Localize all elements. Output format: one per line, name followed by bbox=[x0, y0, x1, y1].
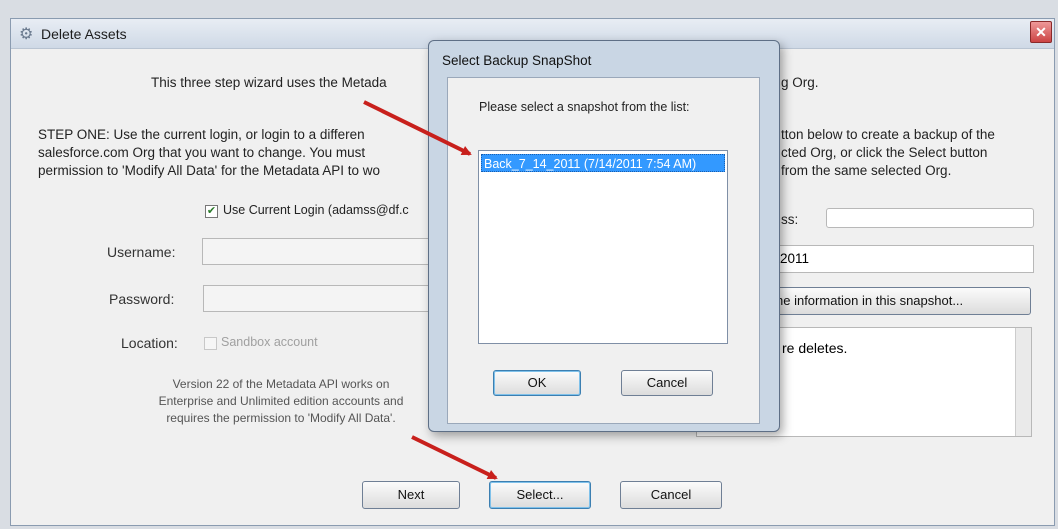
use-current-login-checkbox[interactable]: ✔ bbox=[205, 205, 218, 218]
backup-date-field[interactable]: 2011 bbox=[771, 245, 1034, 273]
sandbox-label: Sandbox account bbox=[221, 335, 318, 349]
address-field[interactable] bbox=[826, 208, 1034, 228]
version-note-line: Version 22 of the Metadata API works on bbox=[172, 377, 390, 391]
step-two-line3: from the same selected Org. bbox=[781, 163, 952, 178]
snapshot-listbox[interactable]: Back_7_14_2011 (7/14/2011 7:54 AM) bbox=[478, 150, 728, 344]
ok-button[interactable]: OK bbox=[493, 370, 581, 396]
use-current-login-label: Use Current Login (adamss@df.c bbox=[223, 203, 409, 217]
select-backup-dialog: Select Backup SnapShot Please select a s… bbox=[428, 40, 780, 432]
version-note-line: Enterprise and Unlimited edition account… bbox=[158, 394, 404, 408]
username-label: Username: bbox=[107, 244, 176, 260]
window-title: Delete Assets bbox=[41, 26, 127, 42]
address-label: ss: bbox=[781, 212, 799, 227]
step-one-line2: salesforce.com Org that you want to chan… bbox=[38, 145, 366, 160]
version-note: Version 22 of the Metadata API works on … bbox=[131, 376, 431, 427]
select-button[interactable]: Select... bbox=[489, 481, 591, 509]
dialog-title: Select Backup SnapShot bbox=[442, 53, 592, 68]
list-item[interactable]: Back_7_14_2011 (7/14/2011 7:54 AM) bbox=[481, 154, 725, 172]
intro-text-left: This three step wizard uses the Metada bbox=[151, 75, 387, 90]
checkmark-icon: ✔ bbox=[206, 205, 217, 217]
gear-icon: ⚙ bbox=[19, 26, 34, 43]
dialog-prompt: Please select a snapshot from the list: bbox=[479, 100, 690, 114]
step-two-line2: cted Org, or click the Select button bbox=[781, 145, 988, 160]
snapshot-info-button[interactable]: he information in this snapshot... bbox=[771, 287, 1031, 315]
username-field[interactable] bbox=[202, 238, 432, 265]
version-note-line: requires the permission to 'Modify All D… bbox=[166, 411, 396, 425]
cancel-button[interactable]: Cancel bbox=[620, 481, 722, 509]
next-button[interactable]: Next bbox=[362, 481, 460, 509]
notes-scrollbar[interactable] bbox=[1015, 328, 1031, 436]
step-one-line1: STEP ONE: Use the current login, or logi… bbox=[38, 127, 365, 142]
dialog-body: Please select a snapshot from the list: … bbox=[447, 77, 760, 424]
sandbox-checkbox[interactable] bbox=[204, 337, 217, 350]
password-field[interactable] bbox=[203, 285, 432, 312]
dialog-cancel-button[interactable]: Cancel bbox=[621, 370, 713, 396]
step-one-line3: permission to 'Modify All Data' for the … bbox=[38, 163, 381, 178]
close-button[interactable]: ✕ bbox=[1030, 21, 1052, 43]
location-label: Location: bbox=[121, 335, 178, 351]
step-two-line1: tton below to create a backup of the bbox=[781, 127, 995, 142]
password-label: Password: bbox=[109, 291, 175, 307]
intro-text-right: g Org. bbox=[781, 75, 819, 90]
